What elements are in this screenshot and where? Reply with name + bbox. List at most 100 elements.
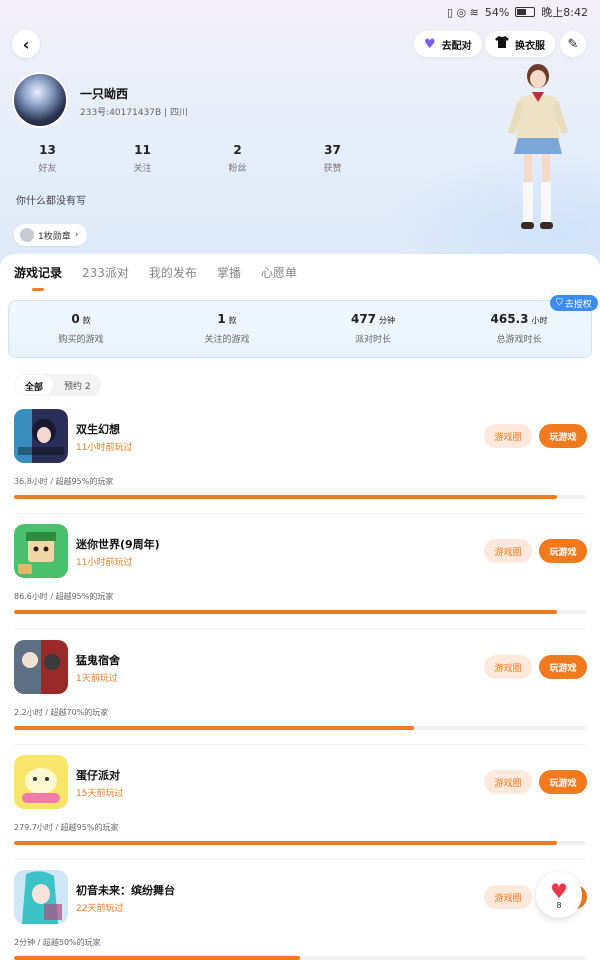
stat-likes[interactable]: 37 获赞 [285, 143, 380, 174]
playtime-progress-fill [14, 956, 300, 960]
summary-label: 购买的游戏 [58, 335, 104, 345]
summary-label: 总游戏时长 [496, 335, 542, 345]
game-circle-button[interactable]: 游戏圈 [484, 539, 532, 563]
profile-tabs: 游戏记录 233派对 我的发布 掌播 心愿单 [14, 264, 297, 291]
avatar-character-figure[interactable] [494, 62, 580, 238]
stat-value: 37 [324, 143, 341, 157]
stat-value: 2 [233, 143, 242, 157]
game-last-played: 22天前玩过 [76, 904, 124, 914]
profile-stats: 13 好友 11 关注 2 粉丝 37 获赞 [0, 143, 420, 174]
clock: 晚上8:42 [541, 6, 588, 19]
game-title: 初音未来：缤纷舞台 [76, 884, 175, 897]
status-icons: ▯ ◎ ≋ [446, 5, 479, 19]
stat-label: 获赞 [323, 164, 342, 174]
summary-unit: 款 [82, 316, 91, 325]
filter-reserved[interactable]: 预约 2 [54, 374, 101, 396]
game-row[interactable]: 迷你世界(9周年) 11小时前玩过 游戏圈 玩游戏 86.6小时 / 超越95%… [0, 524, 600, 636]
summary-value: 477 [350, 312, 377, 326]
game-playtime: 36.8小时 / 超越95%的玩家 [14, 477, 114, 486]
status-bar: ▯ ◎ ≋ 54% 晚上8:42 [447, 4, 588, 20]
filter-all[interactable]: 全部 [15, 375, 54, 395]
stat-label: 好友 [38, 164, 57, 174]
stat-friends[interactable]: 13 好友 [0, 143, 95, 174]
game-title: 猛鬼宿舍 [76, 654, 120, 667]
summary-value: 1 [217, 312, 226, 326]
shirt-icon [495, 36, 509, 52]
tab-wishlist[interactable]: 心愿单 [261, 264, 297, 281]
play-game-button[interactable]: 玩游戏 [539, 424, 587, 448]
stat-label: 关注 [133, 164, 152, 174]
nickname: 一只呦西 [80, 87, 129, 101]
chevron-right-icon: › [74, 230, 79, 240]
summary-total-time: 465.3 小时 总游戏时长 [446, 312, 592, 345]
game-last-played: 1天前玩过 [76, 674, 118, 684]
user-id-location: 233号:40171437B | 四川 [80, 108, 188, 118]
outfit-button-label: 换衣服 [515, 40, 545, 52]
playtime-progress-bar [14, 726, 586, 730]
game-icon [14, 524, 68, 578]
game-filter: 全部 预约 2 [14, 374, 101, 396]
stat-fans[interactable]: 2 粉丝 [190, 143, 285, 174]
game-playtime: 86.6小时 / 超越95%的玩家 [14, 592, 114, 601]
game-icon [14, 755, 68, 809]
play-game-button[interactable]: 玩游戏 [539, 539, 587, 563]
stat-label: 粉丝 [228, 164, 247, 174]
summary-followed: 1款 关注的游戏 [154, 312, 300, 345]
medal-button[interactable]: 1枚勋章 › [14, 224, 88, 246]
game-icon [14, 640, 68, 694]
playtime-progress-bar [14, 495, 586, 499]
medal-icon [20, 228, 34, 242]
game-title: 双生幻想 [76, 423, 120, 436]
summary-unit: 款 [228, 316, 237, 325]
like-button[interactable]: ♥ 8 [536, 872, 582, 918]
playtime-progress-fill [14, 841, 558, 845]
tab-my-posts[interactable]: 我的发布 [149, 264, 197, 281]
playtime-progress-fill [14, 495, 558, 499]
tab-game-records[interactable]: 游戏记录 [14, 264, 62, 291]
game-circle-button[interactable]: 游戏圈 [484, 770, 532, 794]
back-icon: ‹ [22, 34, 30, 54]
game-playtime: 2.2小时 / 超越70%的玩家 [14, 708, 109, 717]
game-circle-button[interactable]: 游戏圈 [484, 424, 532, 448]
avatar[interactable] [12, 72, 68, 128]
summary-purchased: 0款 购买的游戏 [8, 312, 154, 345]
tab-233-party[interactable]: 233派对 [82, 264, 129, 281]
game-title: 迷你世界(9周年) [76, 538, 160, 551]
game-playtime: 279.7小时 / 超越95%的玩家 [14, 823, 119, 832]
game-title: 蛋仔派对 [76, 769, 120, 782]
game-playtime: 2分钟 / 超越50%的玩家 [14, 938, 101, 947]
game-row[interactable]: 猛鬼宿舍 1天前玩过 游戏圈 玩游戏 2.2小时 / 超越70%的玩家 [0, 640, 600, 752]
battery-percent: 54% [484, 5, 510, 19]
playtime-progress-bar [14, 841, 586, 845]
summary-unit: 分钟 [379, 316, 396, 325]
game-circle-button[interactable]: 游戏圈 [484, 885, 532, 909]
edit-profile-button[interactable]: ✎ [560, 31, 586, 57]
stat-value: 11 [134, 143, 151, 157]
playtime-progress-bar [14, 610, 586, 614]
stat-following[interactable]: 11 关注 [95, 143, 190, 174]
play-game-button[interactable]: 玩游戏 [539, 770, 587, 794]
authorize-button[interactable]: ⛉ 去授权 [550, 295, 598, 311]
summary-party-time: 477 分钟 派对时长 [300, 312, 446, 345]
back-button[interactable]: ‹ [12, 30, 40, 58]
bio-text: 你什么都没有写 [16, 196, 86, 207]
game-row[interactable]: 初音未来：缤纷舞台 22天前玩过 游戏圈 玩游戏 2分钟 / 超越50%的玩家 [0, 870, 600, 960]
game-circle-button[interactable]: 游戏圈 [484, 655, 532, 679]
match-button-label: 去配对 [441, 40, 472, 52]
game-row[interactable]: 双生幻想 11小时前玩过 游戏圈 玩游戏 36.8小时 / 超越95%的玩家 [0, 409, 600, 521]
playtime-progress-fill [14, 610, 558, 614]
summary-value: 465.3 [490, 312, 529, 326]
play-game-button[interactable]: 玩游戏 [539, 655, 587, 679]
match-button[interactable]: ♥ 去配对 [414, 31, 482, 57]
pencil-icon: ✎ [567, 36, 579, 52]
authorize-label: 去授权 [564, 299, 592, 310]
like-count: 8 [556, 900, 562, 910]
battery-icon [515, 7, 536, 17]
playtime-progress-bar [14, 956, 586, 960]
game-last-played: 11小时前玩过 [76, 443, 133, 453]
outfit-button[interactable]: 换衣服 [485, 31, 555, 57]
summary-unit: 小时 [531, 316, 548, 325]
heart-icon: ♥ [424, 36, 436, 52]
tab-broadcast[interactable]: 掌播 [217, 264, 241, 281]
game-row[interactable]: 蛋仔派对 15天前玩过 游戏圈 玩游戏 279.7小时 / 超越95%的玩家 [0, 755, 600, 867]
